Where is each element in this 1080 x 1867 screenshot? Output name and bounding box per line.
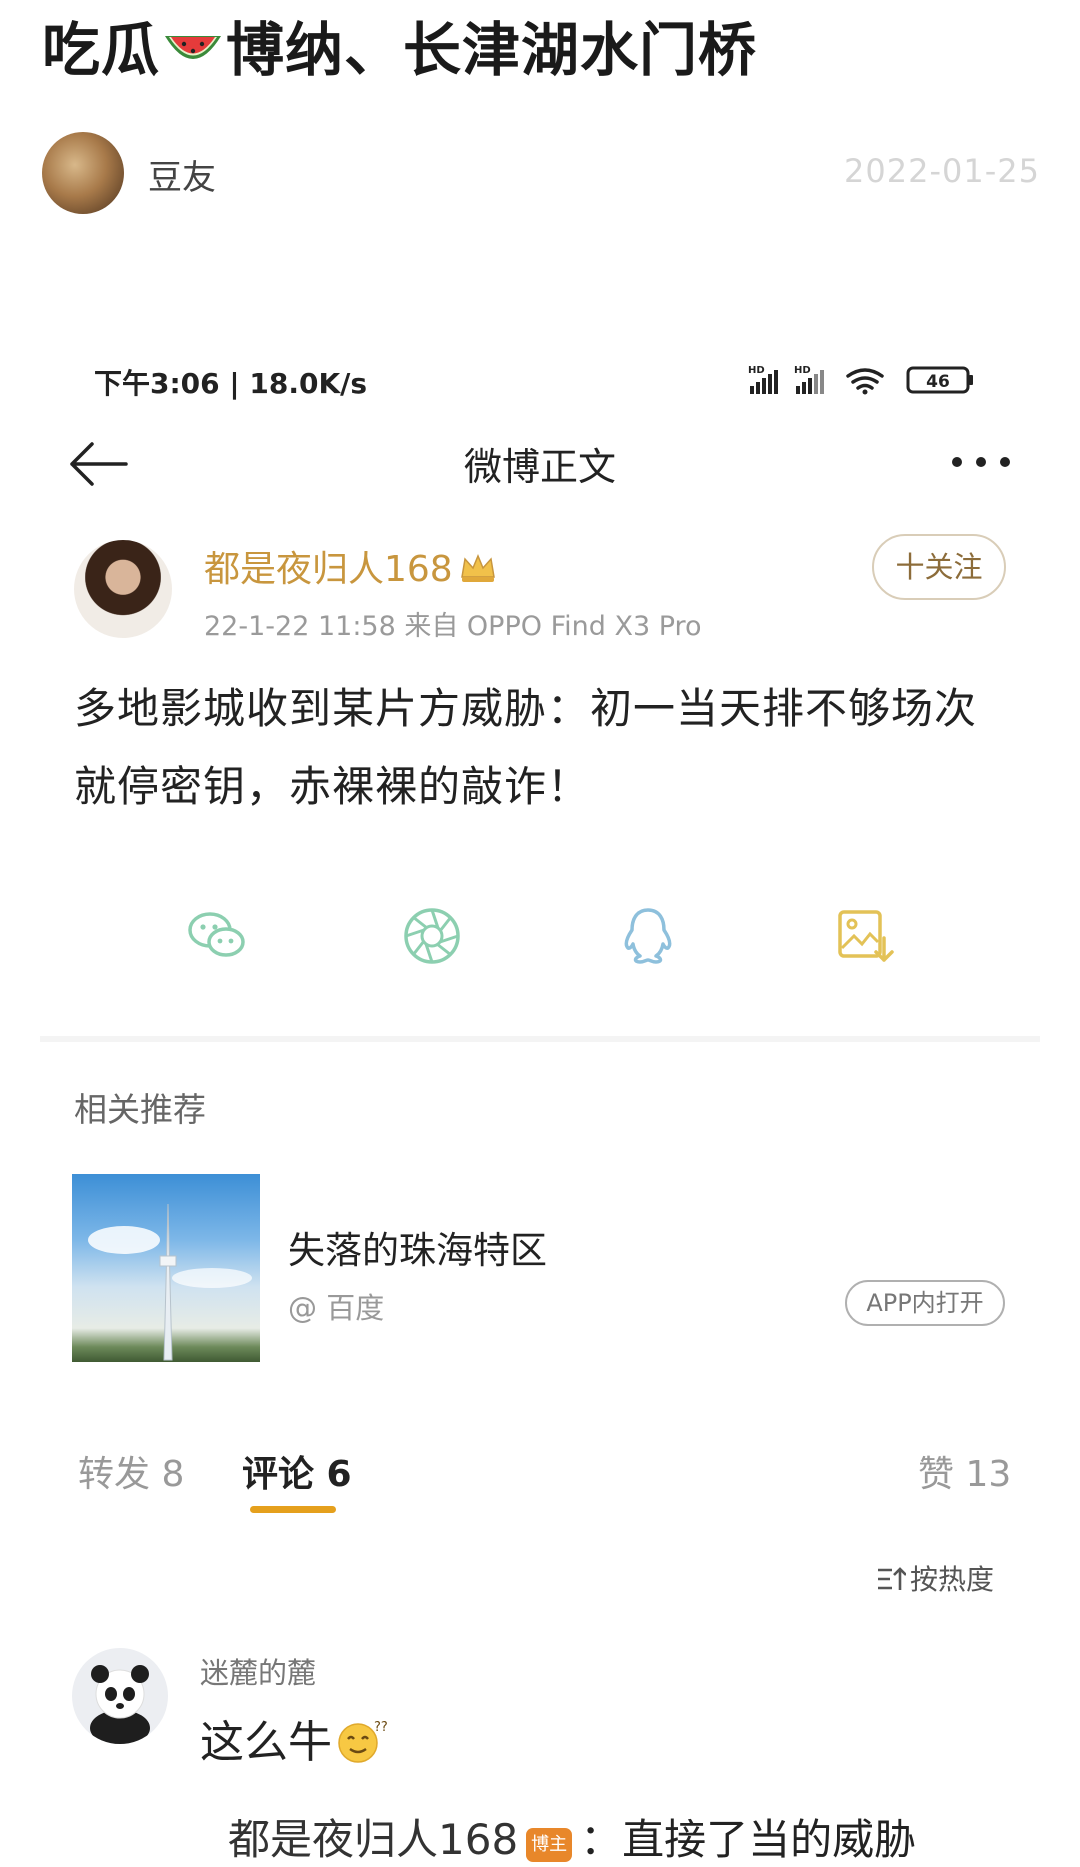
status-bar-time: 下午3:06 | 18.0K/s — [94, 367, 368, 400]
commenter-name[interactable]: 迷麓的麓 — [200, 1650, 316, 1692]
sort-icon — [878, 1567, 906, 1590]
dizzy-face-emoji-icon: ?? — [338, 1720, 388, 1763]
reply-author[interactable]: 都是夜归人168 — [228, 1815, 518, 1864]
related-thumbnail[interactable] — [72, 1174, 260, 1362]
crown-icon — [460, 554, 495, 582]
post-date: 2022-01-25 — [844, 152, 1040, 190]
comment-text: 这么牛?? — [200, 1706, 390, 1770]
wechat-icon[interactable] — [184, 904, 248, 968]
author-avatar[interactable] — [42, 132, 124, 214]
svg-text:??: ?? — [374, 1720, 388, 1735]
status-icons: HD HD 46 — [748, 365, 973, 395]
blogger-reply: 都是夜归人168 博主 ：直接了当的威胁 — [228, 1806, 916, 1867]
comment-text-content: 这么牛 — [200, 1717, 332, 1768]
related-section-title: 相关推荐 — [74, 1090, 206, 1129]
signal-icon: HD — [748, 365, 778, 394]
wifi-icon — [846, 368, 884, 390]
author-name[interactable]: 豆友 — [148, 150, 216, 199]
reply-text: ：直接了当的威胁 — [580, 1815, 917, 1864]
watermelon-icon — [165, 36, 222, 59]
sort-label: 按热度 — [910, 1563, 995, 1596]
follow-button[interactable]: 十关注 — [872, 534, 1006, 600]
commenter-avatar[interactable] — [72, 1648, 168, 1744]
weibo-meta: 22-1-22 11:58 来自 OPPO Find X3 Pro — [204, 611, 702, 642]
svg-text:HD: HD — [794, 365, 811, 376]
battery-level: 46 — [926, 372, 950, 392]
open-in-app-button[interactable]: APP内打开 — [845, 1280, 1005, 1326]
save-image-icon[interactable] — [832, 904, 896, 968]
active-tab-indicator — [250, 1506, 336, 1513]
more-icon[interactable] — [950, 455, 1012, 469]
post-title-end: 博纳、长津湖水门桥 — [226, 16, 758, 84]
weibo-user-name[interactable]: 都是夜归人168 — [204, 540, 497, 592]
post-title-start: 吃瓜 — [42, 16, 161, 84]
tower-image — [88, 1203, 252, 1361]
panda-avatar-image — [90, 1665, 150, 1744]
tab-comment[interactable]: 评论 6 — [242, 1445, 352, 1497]
weibo-text: 多地影城收到某片方威胁：初一当天排不够场次就停密钥，赤裸裸的敲诈！ — [74, 684, 978, 811]
related-source: @ 百度 — [288, 1291, 385, 1325]
nav-title: 微博正文 — [463, 445, 616, 489]
weibo-user-avatar[interactable] — [74, 540, 172, 638]
moments-icon[interactable] — [400, 904, 464, 968]
svg-text:HD: HD — [748, 365, 765, 376]
tab-like[interactable]: 赞 13 — [918, 1445, 1011, 1497]
section-divider — [40, 1036, 1040, 1042]
sort-button[interactable]: 按热度 — [876, 1558, 994, 1598]
tab-repost[interactable]: 转发 8 — [78, 1445, 184, 1497]
post-title: 吃瓜 博纳、长津湖水门桥 — [42, 8, 757, 92]
signal-icon-2: HD — [794, 365, 824, 394]
weibo-user-name-text: 都是夜归人168 — [204, 549, 453, 590]
blogger-badge: 博主 — [526, 1828, 573, 1862]
qq-icon[interactable] — [616, 904, 680, 968]
related-headline[interactable]: 失落的珠海特区 — [288, 1220, 547, 1274]
